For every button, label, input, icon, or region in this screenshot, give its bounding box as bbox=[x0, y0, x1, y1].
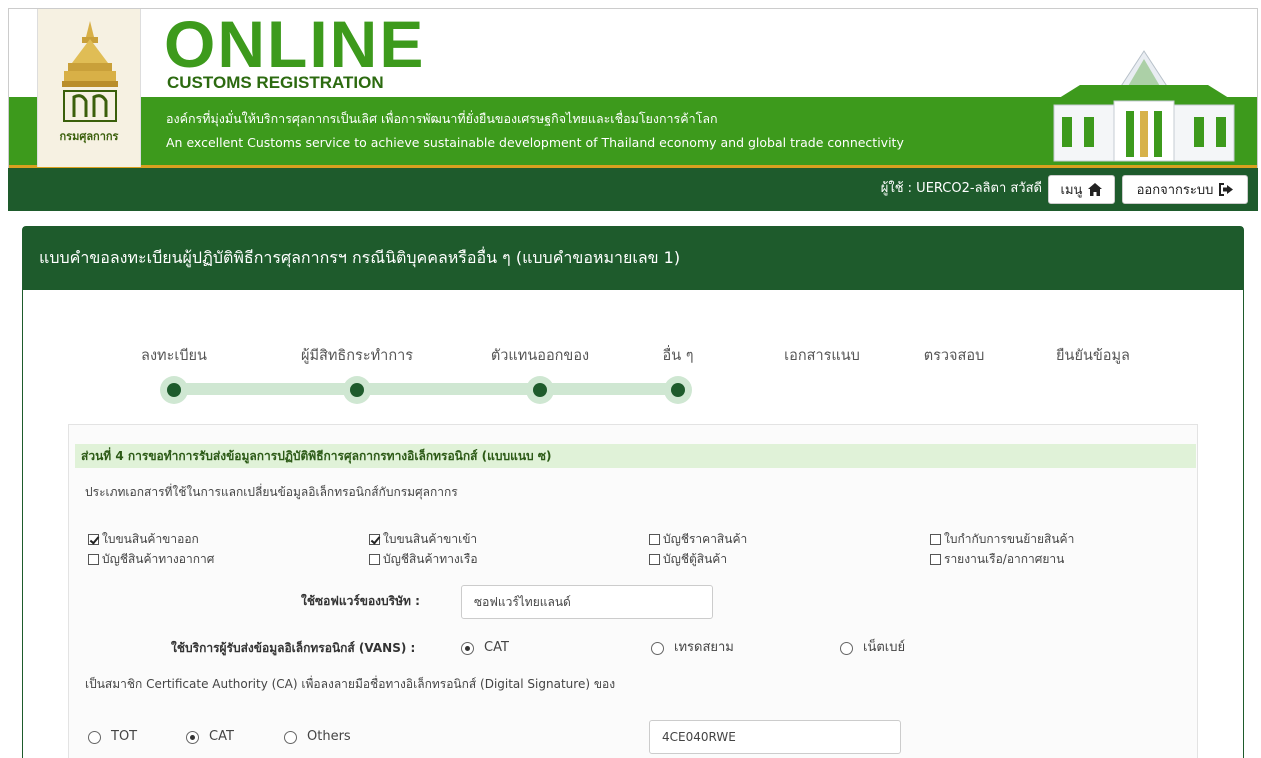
step-dot-authorized-person[interactable] bbox=[343, 376, 371, 404]
software-label: ใช้ซอฟแวร์ของบริษัท : bbox=[301, 594, 420, 608]
radio-vans-cat[interactable]: CAT bbox=[461, 639, 509, 657]
checkbox-label: รายงานเรือ/อากาศยาน bbox=[944, 552, 1065, 566]
checkbox-label: บัญชีตู้สินค้า bbox=[663, 552, 728, 566]
step-label-attachments: เอกสารแนบ bbox=[784, 348, 860, 364]
checkbox-box[interactable] bbox=[369, 553, 380, 565]
ca-code-input[interactable]: 4CE040RWE bbox=[649, 720, 901, 754]
logout-button-label: ออกจากระบบ bbox=[1136, 183, 1214, 198]
step-label-customs-broker: ตัวแทนออกของ bbox=[490, 348, 590, 364]
radio-circle[interactable] bbox=[840, 641, 853, 655]
radio-circle[interactable] bbox=[186, 730, 199, 744]
radio-vans-tradesiam[interactable]: เทรดสยาม bbox=[651, 639, 734, 657]
customs-emblem-icon bbox=[63, 90, 117, 122]
home-icon bbox=[1088, 183, 1103, 196]
radio-label: เทรดสยาม bbox=[674, 640, 734, 655]
slogan-thai: องค์กรที่มุ่งมั่นให้บริการศุลกากรเป็นเลิ… bbox=[166, 111, 718, 126]
step-label-register: ลงทะเบียน bbox=[141, 348, 207, 364]
user-bar: ผู้ใช้ : UERCO2-ลลิตา สวัสดี เมนู ออกจาก… bbox=[8, 168, 1258, 211]
menu-button[interactable]: เมนู bbox=[1048, 175, 1115, 204]
current-user-label: ผู้ใช้ : UERCO2-ลลิตา สวัสดี bbox=[880, 181, 1042, 196]
radio-ca-others[interactable]: Others bbox=[284, 728, 351, 746]
ca-label: เป็นสมาชิก Certificate Authority (CA) เพ… bbox=[85, 677, 616, 691]
checkbox-box[interactable] bbox=[930, 553, 941, 565]
radio-circle[interactable] bbox=[284, 730, 297, 744]
software-input[interactable]: ซอฟแวร์ไทยแลนด์ bbox=[461, 585, 713, 619]
checkbox-box[interactable] bbox=[369, 533, 380, 545]
checkbox-box[interactable] bbox=[649, 533, 660, 545]
step-label-review: ตรวจสอบ bbox=[923, 348, 985, 364]
radio-label: TOT bbox=[111, 729, 138, 744]
checkbox-label: บัญชีสินค้าทางอากาศ bbox=[102, 552, 215, 566]
menu-button-label: เมนู bbox=[1060, 183, 1083, 198]
checkbox-label: บัญชีสินค้าทางเรือ bbox=[383, 552, 478, 566]
checkbox-goods-transfer-control[interactable]: ใบกำกับการขนย้ายสินค้า bbox=[930, 531, 1074, 547]
step-dot-register[interactable] bbox=[160, 376, 188, 404]
customs-building-icon bbox=[1048, 50, 1240, 162]
radio-circle[interactable] bbox=[461, 641, 474, 655]
section-4-electronic-data: ส่วนที่ 4 การขอทำการรับส่งข้อมูลการปฏิบั… bbox=[68, 424, 1198, 758]
radio-circle[interactable] bbox=[88, 730, 101, 744]
checkbox-box[interactable] bbox=[88, 553, 99, 565]
crown-emblem-icon bbox=[62, 21, 118, 87]
checkbox-export-declaration[interactable]: ใบขนสินค้าขาออก bbox=[88, 531, 199, 547]
checkbox-box[interactable] bbox=[930, 533, 941, 545]
panel-header: แบบคำขอลงทะเบียนผู้ปฏิบัติพิธีการศุลกากร… bbox=[23, 227, 1243, 290]
step-label-others: อื่น ๆ bbox=[662, 348, 694, 364]
step-dot-customs-broker[interactable] bbox=[526, 376, 554, 404]
checkbox-air-manifest[interactable]: บัญชีสินค้าทางอากาศ bbox=[88, 551, 214, 567]
step-dot-others[interactable] bbox=[664, 376, 692, 404]
brand-title: ONLINE bbox=[164, 8, 426, 81]
radio-ca-tot[interactable]: TOT bbox=[88, 728, 137, 746]
radio-vans-netbay[interactable]: เน็ตเบย์ bbox=[840, 639, 905, 657]
department-name: กรมศุลกากร bbox=[59, 130, 119, 143]
step-label-confirm: ยืนยันข้อมูล bbox=[1056, 348, 1130, 364]
checkbox-label: บัญชีราคาสินค้า bbox=[663, 532, 748, 546]
checkbox-import-declaration[interactable]: ใบขนสินค้าขาเข้า bbox=[369, 531, 477, 547]
checkbox-label: ใบขนสินค้าขาเข้า bbox=[383, 532, 478, 546]
stepper-progress-line bbox=[174, 383, 678, 395]
radio-label: Others bbox=[307, 729, 351, 744]
radio-label: เน็ตเบย์ bbox=[863, 640, 906, 655]
header-banner: กรมศุลกากร ONLINE CUSTOMS REGISTRATION อ… bbox=[8, 8, 1258, 168]
checkbox-label: ใบขนสินค้าขาออก bbox=[102, 532, 199, 546]
step-label-authorized-person: ผู้มีสิทธิกระทำการ bbox=[300, 348, 414, 364]
panel-title: แบบคำขอลงทะเบียนผู้ปฏิบัติพิธีการศุลกากร… bbox=[39, 248, 681, 267]
sign-out-icon bbox=[1219, 183, 1234, 196]
checkbox-container-list[interactable]: บัญชีตู้สินค้า bbox=[649, 551, 727, 567]
doc-types-label: ประเภทเอกสารที่ใช้ในการแลกเปลี่ยนข้อมูลอ… bbox=[85, 485, 458, 499]
checkbox-sea-manifest[interactable]: บัญชีสินค้าทางเรือ bbox=[369, 551, 478, 567]
customs-logo[interactable]: กรมศุลกากร bbox=[37, 9, 141, 167]
section-header: ส่วนที่ 4 การขอทำการรับส่งข้อมูลการปฏิบั… bbox=[75, 444, 1196, 468]
brand-subtitle: CUSTOMS REGISTRATION bbox=[167, 73, 384, 92]
section-title: ส่วนที่ 4 การขอทำการรับส่งข้อมูลการปฏิบั… bbox=[81, 449, 552, 463]
logout-button[interactable]: ออกจากระบบ bbox=[1122, 175, 1248, 204]
radio-label: CAT bbox=[209, 729, 234, 744]
checkbox-box[interactable] bbox=[649, 553, 660, 565]
checkbox-vessel-aircraft-report[interactable]: รายงานเรือ/อากาศยาน bbox=[930, 551, 1064, 567]
radio-circle[interactable] bbox=[651, 641, 664, 655]
page-root: กรมศุลกากร ONLINE CUSTOMS REGISTRATION อ… bbox=[0, 0, 1261, 758]
radio-ca-cat[interactable]: CAT bbox=[186, 728, 234, 746]
radio-label: CAT bbox=[484, 640, 509, 655]
vans-label: ใช้บริการผู้รับส่งข้อมูลอิเล็กทรอนิกส์ (… bbox=[171, 641, 416, 655]
checkbox-box[interactable] bbox=[88, 533, 99, 545]
slogan-english: An excellent Customs service to achieve … bbox=[166, 135, 904, 150]
checkbox-invoice[interactable]: บัญชีราคาสินค้า bbox=[649, 531, 747, 547]
checkbox-label: ใบกำกับการขนย้ายสินค้า bbox=[944, 532, 1075, 546]
